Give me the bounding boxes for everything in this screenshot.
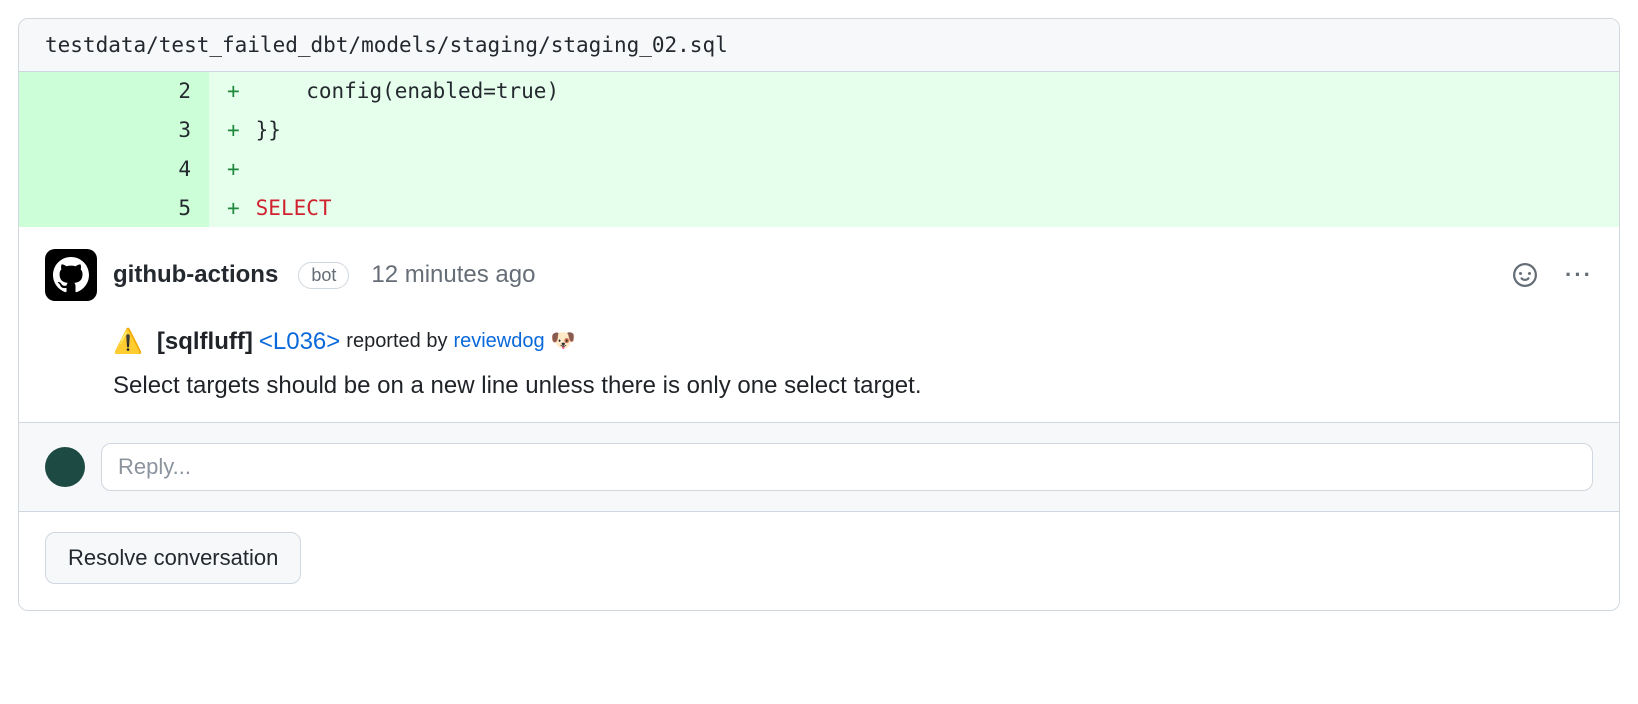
comment-menu-button[interactable]: ··· [1565, 262, 1593, 288]
smiley-icon [1513, 263, 1537, 287]
resolve-conversation-button[interactable]: Resolve conversation [45, 532, 301, 584]
diff-marker: + [209, 72, 252, 111]
comment-author[interactable]: github-actions [113, 261, 278, 289]
file-path-header[interactable]: testdata/test_failed_dbt/models/staging/… [19, 19, 1619, 72]
line-number[interactable]: 4 [19, 150, 209, 189]
rule-bracket-close: > [326, 328, 340, 355]
code-content [252, 150, 1619, 189]
line-number[interactable]: 3 [19, 111, 209, 150]
dog-icon: 🐶 [551, 326, 576, 357]
rule-link[interactable]: L036 [273, 328, 326, 355]
rule-bracket-open: < [259, 328, 273, 355]
add-reaction-button[interactable] [1513, 263, 1537, 287]
comment-timestamp[interactable]: 12 minutes ago [371, 261, 535, 289]
warning-icon: ⚠️ [113, 323, 143, 360]
diff-marker: + [209, 150, 252, 189]
comment-header: github-actions bot 12 minutes ago ··· [45, 249, 1593, 301]
diff-line: 2 + config(enabled=true) [19, 72, 1619, 111]
github-logo-icon [45, 249, 97, 301]
line-number[interactable]: 2 [19, 72, 209, 111]
diff-marker: + [209, 111, 252, 150]
reply-input[interactable] [101, 443, 1593, 491]
comment-body: ⚠️ [sqlfluff] <L036> reported by reviewd… [45, 323, 1593, 403]
diff-table: 2 + config(enabled=true) 3 + }} 4 + 5 + … [19, 72, 1619, 227]
code-content: config(enabled=true) [252, 72, 1619, 111]
tool-label: [sqlfluff] [157, 323, 253, 360]
reviewer-link[interactable]: reviewdog [453, 326, 544, 357]
reported-by-label: reported by [346, 326, 447, 357]
diff-line: 4 + [19, 150, 1619, 189]
bot-badge: bot [298, 262, 349, 289]
line-number[interactable]: 5 [19, 189, 209, 228]
diff-line: 3 + }} [19, 111, 1619, 150]
code-content: SELECT [252, 189, 1619, 228]
comment-container: github-actions bot 12 minutes ago ··· ⚠️… [19, 227, 1619, 422]
reply-section [19, 423, 1619, 512]
code-content: }} [252, 111, 1619, 150]
comment-message: Select targets should be on a new line u… [113, 367, 1593, 404]
current-user-avatar[interactable] [45, 447, 85, 487]
review-conversation: testdata/test_failed_dbt/models/staging/… [18, 18, 1620, 611]
resolve-section: Resolve conversation [19, 512, 1619, 610]
author-avatar[interactable] [45, 249, 97, 301]
kebab-icon: ··· [1565, 262, 1593, 288]
diff-line: 5 + SELECT [19, 189, 1619, 228]
diff-marker: + [209, 189, 252, 228]
